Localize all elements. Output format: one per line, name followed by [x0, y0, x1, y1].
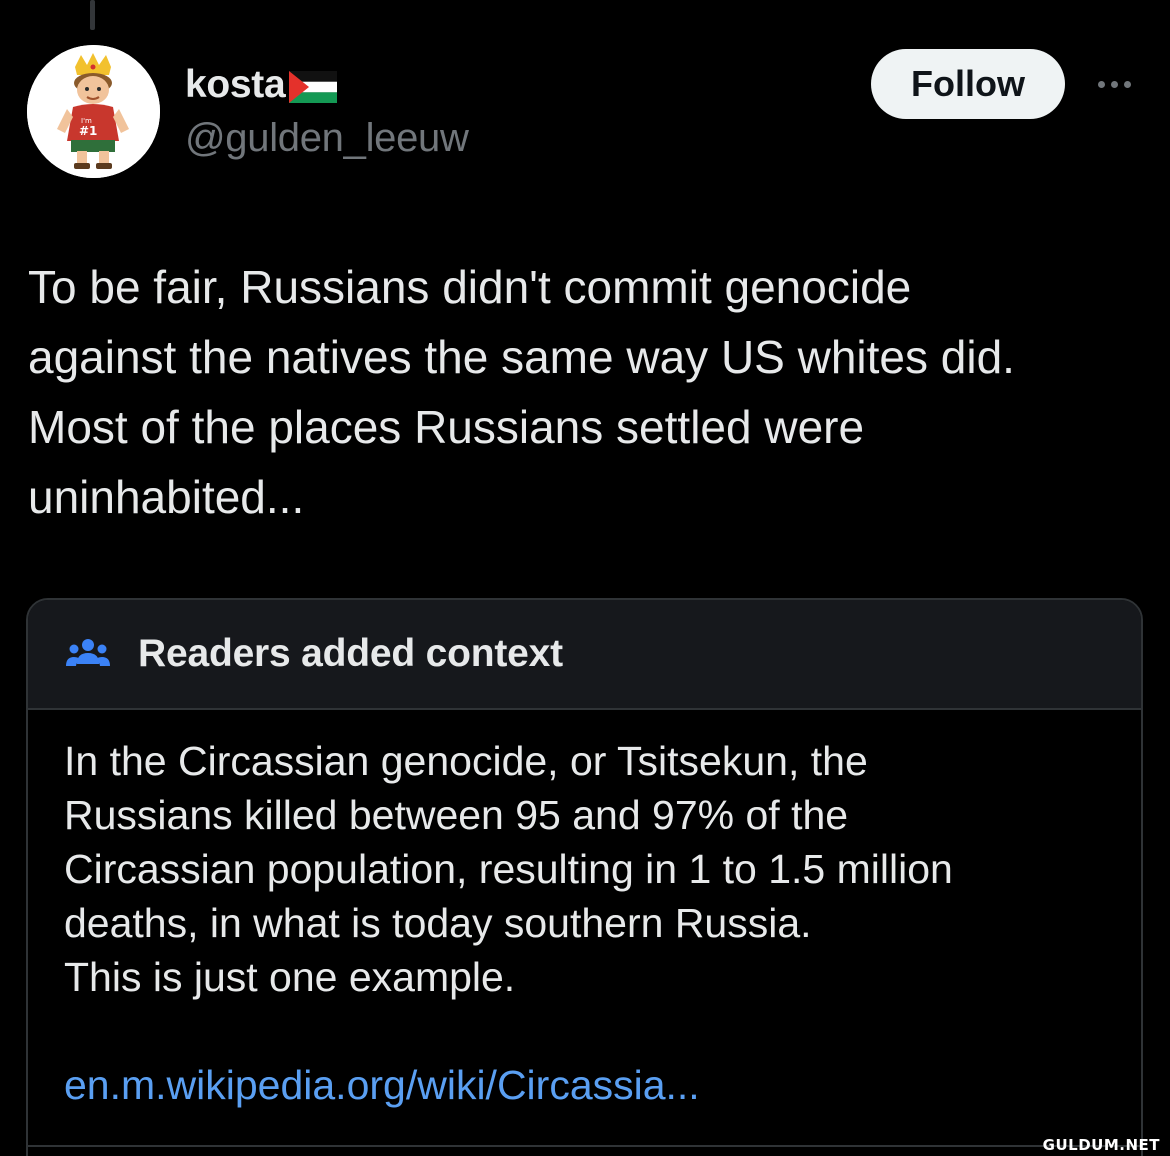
tweet-screen: I'm #1 kosta @gulden_leeuw Follow To be … — [0, 0, 1170, 1156]
ellipsis-dot — [1123, 80, 1131, 88]
community-note-header: Readers added context — [28, 600, 1141, 710]
author-handle[interactable]: @gulden_leeuw — [185, 116, 469, 161]
palestine-flag-icon — [289, 71, 338, 103]
display-name[interactable]: kosta — [185, 63, 286, 107]
card-divider — [28, 1145, 1141, 1147]
ellipsis-dot — [1110, 80, 1118, 88]
tweet-text: To be fair, Russians didn't commit genoc… — [28, 261, 1015, 523]
avatar[interactable]: I'm #1 — [27, 45, 160, 178]
community-note-card: Readers added context In the Circassian … — [26, 598, 1143, 1156]
watermark-logo: GULDUM.NET — [1042, 1136, 1160, 1154]
ellipsis-icon[interactable] — [1090, 66, 1138, 102]
author-name-row[interactable]: kosta — [185, 62, 338, 108]
ellipsis-dot — [1097, 80, 1105, 88]
community-note-source-link[interactable]: en.m.wikipedia.org/wiki/Circassia... — [64, 1058, 700, 1112]
thread-connector-line — [90, 0, 95, 30]
svg-text:#1: #1 — [79, 124, 97, 138]
community-note-body: In the Circassian genocide, or Tsitsekun… — [64, 738, 953, 1000]
community-note-title: Readers added context — [138, 632, 563, 675]
people-icon — [66, 639, 110, 666]
follow-button[interactable]: Follow — [871, 49, 1065, 119]
avatar-character-image: I'm #1 — [27, 45, 160, 178]
